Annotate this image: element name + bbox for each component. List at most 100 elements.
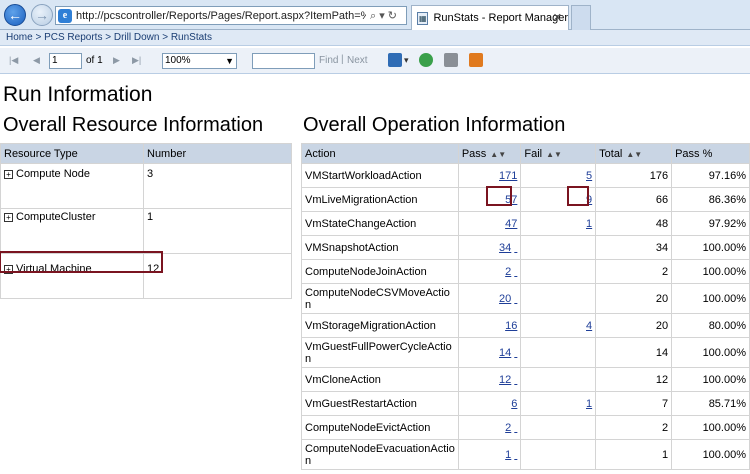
address-url[interactable]: http://pcscontroller/Reports/Pages/Repor… — [76, 10, 366, 22]
breadcrumb-drill-down[interactable]: Drill Down — [114, 32, 160, 43]
pass-cell: 47 — [457, 211, 522, 236]
table-row: VmStorageMigrationAction 16 4 20 80.00% — [301, 313, 750, 338]
fail-cell — [520, 337, 597, 368]
table-row: VMStartWorkloadAction 171 5 176 97.16% — [301, 163, 750, 188]
expand-icon[interactable]: + — [4, 213, 13, 222]
page-number-input[interactable]: 1 — [49, 53, 82, 69]
breadcrumb-home[interactable]: Home — [6, 32, 33, 43]
total-cell: 66 — [595, 187, 673, 212]
expand-icon[interactable]: + — [4, 170, 13, 179]
export-dropdown-chevron-icon[interactable]: ▾ — [404, 55, 409, 66]
first-page-icon[interactable]: |◀ — [9, 55, 18, 66]
pass-count-link[interactable]: 14 — [499, 347, 511, 359]
forward-arrow-icon[interactable]: → — [31, 4, 53, 26]
action-cell: VMSnapshotAction — [301, 235, 459, 260]
breadcrumb: Home > PCS Reports > Drill Down > RunSta… — [0, 30, 750, 46]
back-arrow-icon[interactable]: ← — [4, 4, 26, 26]
column-header-action[interactable]: Action — [301, 143, 459, 164]
close-tab-icon[interactable]: ✕ — [553, 11, 562, 24]
address-controls[interactable]: ⌕ ▾ ↻ — [370, 9, 397, 23]
pass-count-link[interactable]: 12 — [499, 374, 511, 386]
new-tab-button[interactable] — [571, 5, 591, 30]
fail-cell: 4 — [520, 313, 597, 338]
column-header-total[interactable]: Total ▲▼ — [595, 143, 673, 164]
operation-table: Action Pass ▲▼ Fail ▲▼ Total ▲▼ Pass % VMSt… — [301, 143, 750, 470]
highlight-box-fail-9 — [567, 186, 589, 206]
fail-cell: 5 — [520, 163, 597, 188]
action-cell: ComputeNodeEvacuationActio n — [301, 439, 459, 470]
fail-count-link[interactable]: 1 — [586, 398, 592, 410]
sort-icon[interactable]: ▲▼ — [626, 150, 642, 159]
action-cell: VmGuestFullPowerCycleActio n — [301, 337, 459, 368]
pass-count-link[interactable]: 47 — [505, 218, 517, 230]
fail-cell: 1 — [520, 391, 597, 416]
find-input[interactable] — [252, 53, 315, 69]
pass-count-link[interactable]: 16 — [505, 320, 517, 332]
table-row: VmLiveMigrationAction 57 9 66 86.36% — [301, 187, 750, 212]
column-header-pass-pct: Pass % — [671, 143, 750, 164]
fail-cell — [520, 415, 597, 440]
pass-percent-cell: 100.00% — [671, 367, 750, 392]
refresh-icon[interactable] — [419, 53, 433, 67]
pass-count-link[interactable]: 2 — [505, 266, 511, 278]
pass-count-link[interactable]: 1 — [505, 449, 511, 461]
fail-count-link[interactable]: 1 — [586, 218, 592, 230]
resource-type: Compute Node — [16, 168, 90, 180]
pass-percent-cell: 100.00% — [671, 439, 750, 470]
pass-count-link[interactable]: 34 — [499, 242, 511, 254]
action-cell: VmStorageMigrationAction — [301, 313, 459, 338]
empty-link-marker[interactable] — [514, 422, 517, 434]
empty-link-marker[interactable] — [514, 266, 517, 278]
breadcrumb-runstats[interactable]: RunStats — [171, 32, 212, 43]
empty-link-marker[interactable] — [514, 374, 517, 386]
table-row: + Compute Node 3 — [0, 163, 292, 209]
fail-cell — [520, 235, 597, 260]
pass-cell: 6 — [457, 391, 522, 416]
pass-count-link[interactable]: 20 — [499, 293, 511, 305]
pass-count-link[interactable]: 171 — [499, 170, 517, 182]
table-row: VmGuestFullPowerCycleActio n 14 14 100.00% — [301, 337, 750, 368]
empty-link-marker[interactable] — [514, 347, 517, 359]
data-feed-icon[interactable] — [469, 53, 483, 67]
empty-link-marker[interactable] — [514, 242, 517, 254]
fail-cell: 1 — [520, 211, 597, 236]
find-link[interactable]: Find — [319, 55, 338, 66]
find-next-link[interactable]: Next — [347, 55, 368, 66]
fail-count-link[interactable]: 5 — [586, 170, 592, 182]
pass-cell: 2 — [457, 415, 522, 440]
total-cell: 2 — [595, 259, 673, 284]
table-row: ComputeNodeJoinAction 2 2 100.00% — [301, 259, 750, 284]
zoom-select[interactable]: 100% ▼ — [162, 53, 237, 69]
pass-cell: 16 — [457, 313, 522, 338]
next-page-icon[interactable]: ▶ — [113, 55, 120, 66]
table-row: ComputeNodeCSVMoveActio n 20 20 100.00% — [301, 283, 750, 314]
previous-page-icon[interactable]: ◀ — [33, 55, 40, 66]
breadcrumb-pcs-reports[interactable]: PCS Reports — [44, 32, 102, 43]
empty-link-marker[interactable] — [514, 293, 517, 305]
browser-tab-runstats[interactable]: ▦ RunStats - Report Manager ✕ — [411, 5, 569, 30]
operation-heading: Overall Operation Information — [303, 114, 566, 136]
pass-cell: 14 — [457, 337, 522, 368]
total-header-label: Total — [599, 147, 623, 160]
print-icon[interactable] — [444, 53, 458, 67]
column-header-fail[interactable]: Fail ▲▼ — [520, 143, 597, 164]
empty-link-marker[interactable] — [514, 449, 517, 461]
pass-count-link[interactable]: 6 — [511, 398, 517, 410]
page-count-label: of 1 — [86, 55, 103, 66]
export-icon[interactable] — [388, 53, 402, 67]
column-header-pass[interactable]: Pass ▲▼ — [457, 143, 522, 164]
pass-percent-cell: 85.71% — [671, 391, 750, 416]
fail-count-link[interactable]: 4 — [586, 320, 592, 332]
breadcrumb-separator: > — [159, 32, 171, 43]
zoom-value: 100% — [165, 55, 191, 66]
sort-icon[interactable]: ▲▼ — [490, 150, 506, 159]
address-bar[interactable]: e http://pcscontroller/Reports/Pages/Rep… — [55, 6, 407, 25]
resource-table: Resource Type Number + Compute Node 3 + Co… — [0, 143, 292, 299]
sort-icon[interactable]: ▲▼ — [546, 150, 562, 159]
pass-count-link[interactable]: 2 — [505, 422, 511, 434]
pass-cell: 2 — [457, 259, 522, 284]
last-page-icon[interactable]: ▶| — [132, 55, 141, 66]
fail-cell — [520, 259, 597, 284]
pass-header-label: Pass — [461, 147, 487, 160]
highlight-box-virtual-machine — [0, 251, 163, 273]
